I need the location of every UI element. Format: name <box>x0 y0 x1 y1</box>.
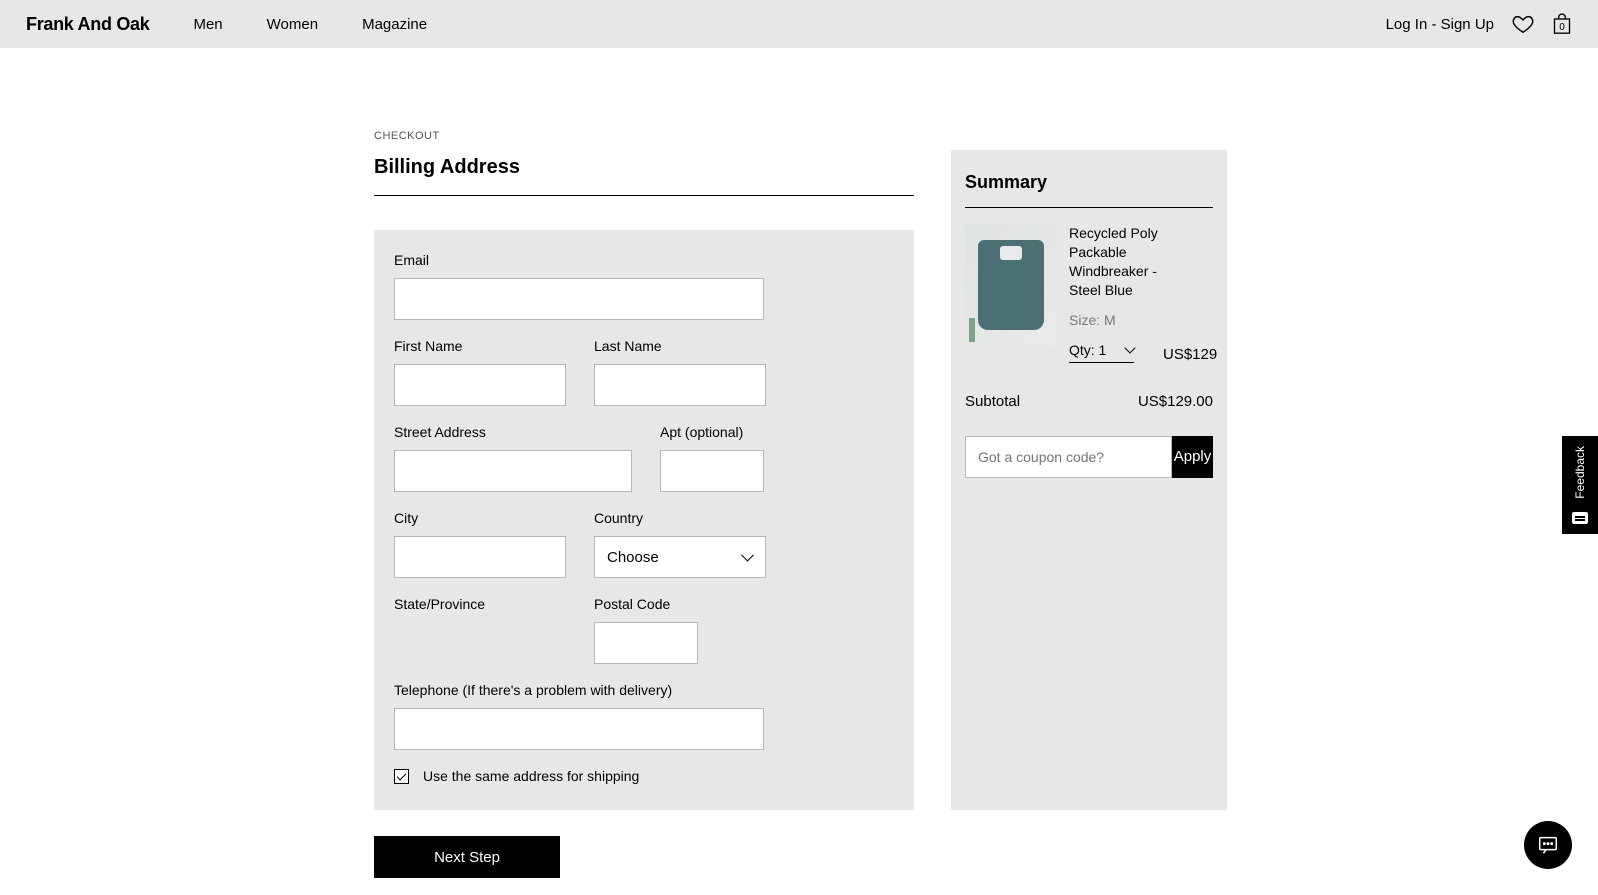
last-name-label: Last Name <box>594 338 766 354</box>
feedback-label: Feedback <box>1573 446 1587 499</box>
product-price: US$129 <box>1163 346 1213 363</box>
page-title: Billing Address <box>374 156 914 196</box>
header-left: Frank And Oak Men Women Magazine <box>26 14 427 35</box>
state-label: State/Province <box>394 596 566 612</box>
last-name-input[interactable] <box>594 364 766 406</box>
page-label: CHECKOUT <box>374 130 914 142</box>
street-label: Street Address <box>394 424 632 440</box>
feedback-tab[interactable]: Feedback <box>1562 436 1598 534</box>
form-column: CHECKOUT Billing Address Email First Nam… <box>374 130 914 878</box>
qty-selector[interactable]: Qty: 1 <box>1069 342 1134 363</box>
nav-magazine[interactable]: Magazine <box>362 16 427 33</box>
same-address-label: Use the same address for shipping <box>423 768 639 784</box>
postal-input[interactable] <box>594 622 698 664</box>
product-thumbnail[interactable] <box>965 224 1057 346</box>
same-address-checkbox[interactable] <box>394 769 409 784</box>
street-input[interactable] <box>394 450 632 492</box>
telephone-label: Telephone (If there's a problem with del… <box>394 682 764 698</box>
product-size: Size: M <box>1057 312 1163 328</box>
subtotal-value: US$129.00 <box>1138 393 1213 410</box>
summary-title: Summary <box>965 172 1213 208</box>
order-summary: Summary Recycled Poly Packable Windbreak… <box>951 150 1227 810</box>
city-input[interactable] <box>394 536 566 578</box>
first-name-label: First Name <box>394 338 566 354</box>
subtotal-label: Subtotal <box>965 393 1020 410</box>
logo[interactable]: Frank And Oak <box>26 14 149 35</box>
header-right: Log In - Sign Up 0 <box>1386 13 1572 35</box>
telephone-input[interactable] <box>394 708 764 750</box>
postal-label: Postal Code <box>594 596 698 612</box>
wishlist-icon[interactable] <box>1512 13 1534 35</box>
coupon-row: Apply <box>965 436 1213 478</box>
chevron-down-icon <box>1125 342 1136 353</box>
nav-men[interactable]: Men <box>193 16 222 33</box>
subtotal-row: Subtotal US$129.00 <box>965 393 1213 410</box>
apt-input[interactable] <box>660 450 764 492</box>
apply-coupon-button[interactable]: Apply <box>1172 436 1213 478</box>
country-select[interactable] <box>594 536 766 578</box>
first-name-input[interactable] <box>394 364 566 406</box>
checkout-container: CHECKOUT Billing Address Email First Nam… <box>374 48 1224 878</box>
shopping-bag-icon[interactable]: 0 <box>1552 13 1572 35</box>
city-label: City <box>394 510 566 526</box>
nav-women[interactable]: Women <box>267 16 318 33</box>
feedback-icon <box>1572 512 1588 524</box>
bag-count: 0 <box>1552 22 1572 33</box>
billing-form: Email First Name Last Name Street Addres… <box>374 230 914 810</box>
login-signup-link[interactable]: Log In - Sign Up <box>1386 16 1494 33</box>
product-name: Recycled Poly Packable Windbreaker - Ste… <box>1057 224 1163 300</box>
coupon-input[interactable] <box>965 436 1172 478</box>
chat-button[interactable] <box>1524 821 1572 869</box>
email-label: Email <box>394 252 764 268</box>
header: Frank And Oak Men Women Magazine Log In … <box>0 0 1598 48</box>
cart-item: Recycled Poly Packable Windbreaker - Ste… <box>965 224 1213 363</box>
apt-label: Apt (optional) <box>660 424 764 440</box>
chat-icon <box>1537 834 1559 856</box>
next-step-button[interactable]: Next Step <box>374 836 560 878</box>
country-label: Country <box>594 510 766 526</box>
qty-label: Qty: 1 <box>1069 342 1106 358</box>
email-input[interactable] <box>394 278 764 320</box>
main-nav: Men Women Magazine <box>193 16 427 33</box>
